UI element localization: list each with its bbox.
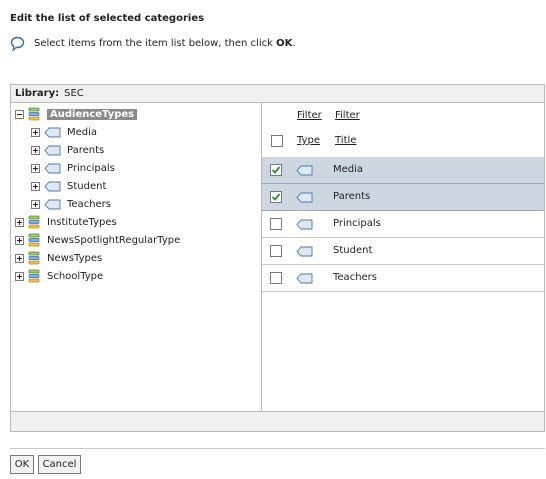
tree-item-label: Teachers — [67, 198, 111, 210]
divider — [10, 448, 545, 449]
list-row-parents[interactable]: Parents — [262, 184, 544, 211]
type-column-header[interactable]: Type — [297, 135, 320, 146]
tree-item-parents[interactable]: Parents — [31, 141, 104, 159]
tree-root-label: AudienceTypes — [47, 108, 138, 120]
category-stack-icon — [28, 269, 40, 282]
category-tag-icon — [296, 219, 313, 230]
row-checkbox[interactable] — [270, 245, 282, 257]
ok-button[interactable]: OK — [10, 455, 34, 474]
select-all-checkbox[interactable] — [271, 135, 283, 147]
library-bar: Library: SEC — [11, 85, 544, 103]
library-value: SEC — [64, 88, 84, 99]
collapse-icon[interactable] — [15, 109, 24, 119]
category-tag-icon — [296, 192, 313, 203]
list-row-student[interactable]: Student — [262, 238, 544, 265]
expand-icon[interactable] — [15, 253, 24, 263]
category-tag-icon — [296, 165, 313, 176]
list-row-teachers[interactable]: Teachers — [262, 265, 544, 292]
expand-icon[interactable] — [31, 163, 40, 173]
category-stack-icon — [28, 251, 40, 264]
library-label: Library: — [15, 88, 60, 99]
row-checkbox[interactable] — [270, 218, 282, 230]
expand-icon[interactable] — [31, 145, 40, 155]
instruction-ok: OK — [276, 37, 293, 49]
row-title: Principals — [333, 218, 381, 229]
list-row-media[interactable]: Media — [262, 157, 544, 184]
row-title: Student — [333, 245, 373, 256]
category-tag-icon — [296, 273, 313, 284]
expand-icon[interactable] — [15, 271, 24, 281]
category-stack-icon — [28, 107, 40, 120]
tree-item-student[interactable]: Student — [31, 177, 106, 195]
title-column-header[interactable]: Title — [335, 135, 356, 146]
instruction-suffix: . — [292, 37, 296, 49]
tree-item-label: Media — [67, 126, 98, 138]
category-tag-icon — [296, 246, 313, 257]
tree-item-label: Principals — [67, 162, 115, 174]
expand-icon[interactable] — [15, 217, 24, 227]
tree-item-label: NewsSpotlightRegularType — [47, 234, 181, 246]
speech-bubble-icon — [10, 36, 25, 51]
category-tag-icon — [44, 199, 61, 209]
list-row-principals[interactable]: Principals — [262, 211, 544, 238]
tree-item-label: SchoolType — [47, 270, 104, 282]
row-title: Parents — [333, 191, 371, 202]
row-title: Teachers — [333, 272, 377, 283]
filter-title-link[interactable]: Filter — [335, 110, 360, 121]
tree-item-media[interactable]: Media — [31, 123, 97, 141]
category-tag-icon — [44, 181, 61, 191]
row-checkbox[interactable] — [270, 191, 282, 203]
instruction-text: Select items from the item list below, t… — [34, 37, 273, 49]
category-tree: AudienceTypes Media Parents Principals S… — [11, 102, 262, 413]
row-checkbox[interactable] — [270, 272, 282, 284]
tree-item-label: InstituteTypes — [47, 216, 117, 228]
tree-item-label: Student — [67, 180, 107, 192]
category-tag-icon — [44, 163, 61, 173]
expand-icon[interactable] — [31, 199, 40, 209]
dialog-title: Edit the list of selected categories — [10, 13, 205, 24]
tree-item-newstypes[interactable]: NewsTypes — [15, 249, 102, 267]
category-stack-icon — [28, 215, 40, 228]
panel-status-bar — [11, 411, 544, 431]
checkmark-icon — [271, 166, 281, 174]
tree-item-label: Parents — [67, 144, 105, 156]
tree-item-schooltype[interactable]: SchoolType — [15, 267, 103, 285]
expand-icon[interactable] — [15, 235, 24, 245]
tree-item-institutetypes[interactable]: InstituteTypes — [15, 213, 117, 231]
category-list: Filter Filter Type Title Media Parents P… — [262, 102, 544, 413]
category-panel: Library: SEC AudienceTypes Media Parents — [10, 84, 545, 432]
tree-item-newsspotlightregulartype[interactable]: NewsSpotlightRegularType — [15, 231, 180, 249]
category-stack-icon — [28, 233, 40, 246]
tree-item-teachers[interactable]: Teachers — [31, 195, 111, 213]
category-tag-icon — [44, 145, 61, 155]
checkmark-icon — [271, 193, 281, 201]
tree-item-label: NewsTypes — [47, 252, 103, 264]
row-title: Media — [333, 164, 364, 175]
tree-root-row[interactable]: AudienceTypes — [15, 105, 138, 123]
category-tag-icon — [44, 127, 61, 137]
cancel-button[interactable]: Cancel — [38, 455, 81, 474]
expand-icon[interactable] — [31, 127, 40, 137]
row-checkbox[interactable] — [270, 164, 282, 176]
expand-icon[interactable] — [31, 181, 40, 191]
instruction: Select items from the item list below, t… — [10, 35, 296, 51]
tree-item-principals[interactable]: Principals — [31, 159, 115, 177]
filter-type-link[interactable]: Filter — [297, 110, 322, 121]
